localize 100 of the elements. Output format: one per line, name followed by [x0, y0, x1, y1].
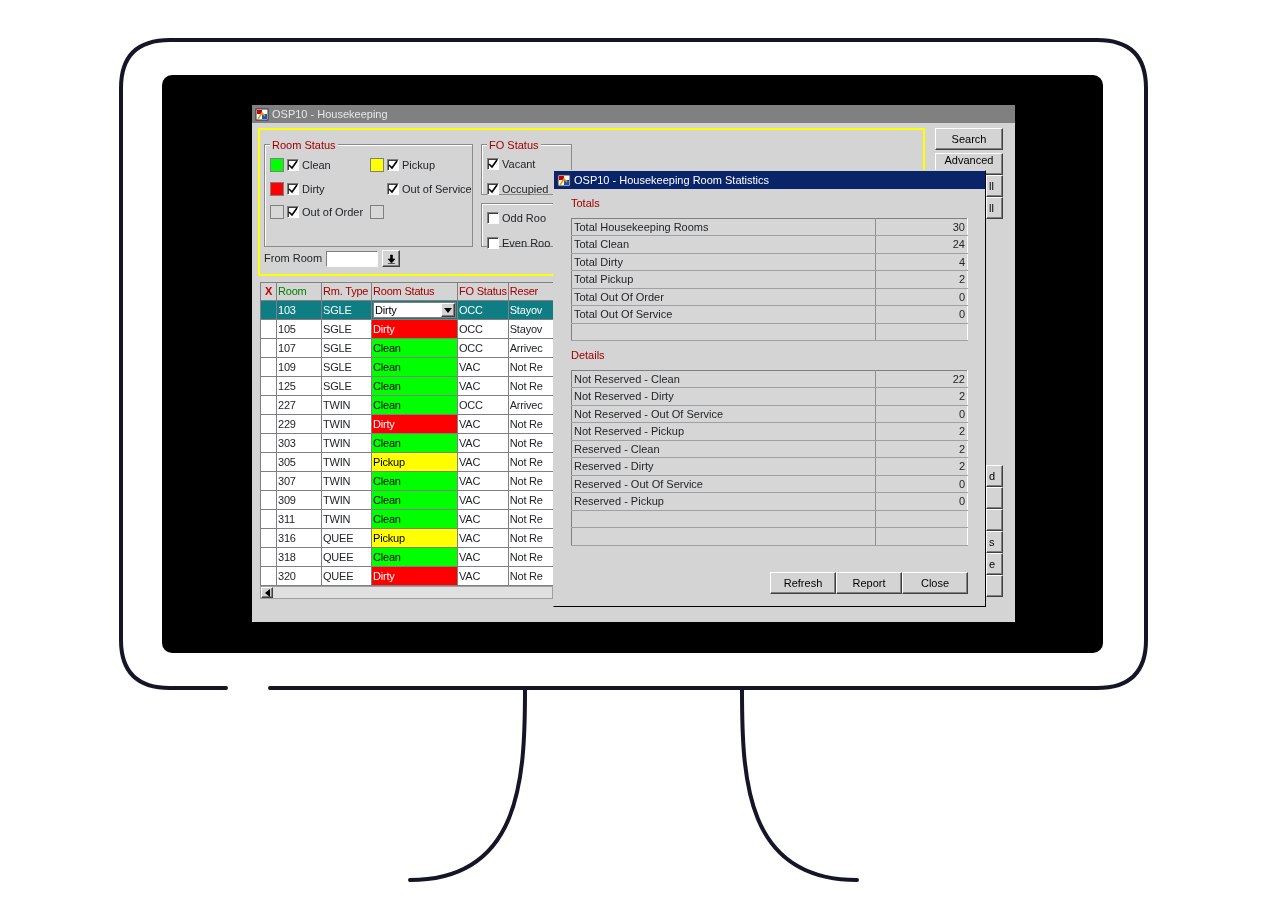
stat-value: 0	[875, 492, 968, 510]
side-button[interactable]	[986, 509, 1003, 531]
stat-label: Total Clean	[571, 235, 876, 253]
table-cell: 229	[276, 414, 322, 434]
stat-label: Total Dirty	[571, 253, 876, 271]
checkbox-label: Even Roo	[502, 235, 551, 251]
table-cell: VAC	[457, 509, 509, 529]
table-cell: 125	[276, 376, 322, 396]
checkbox-label: Out of Order	[302, 205, 364, 220]
side-button[interactable]: Search	[935, 128, 1003, 150]
side-button[interactable]	[986, 487, 1003, 509]
side-button[interactable]: s	[986, 531, 1003, 553]
down-arrow-icon	[386, 253, 396, 264]
table-cell: OCC	[457, 395, 509, 415]
dialog-title: OSP10 - Housekeeping Room Statistics	[574, 172, 770, 188]
side-button[interactable]: ll	[986, 175, 1003, 197]
checkbox[interactable]	[487, 236, 499, 249]
app-icon	[255, 107, 269, 121]
checkbox-label: Occupied	[502, 181, 549, 197]
table-cell: VAC	[457, 471, 509, 491]
stat-label: Reserved - Dirty	[571, 457, 876, 475]
stat-label: Total Pickup	[571, 270, 876, 288]
section-heading: Totals	[570, 196, 601, 211]
stat-value: 30	[875, 218, 968, 236]
table-cell: VAC	[457, 357, 509, 377]
dialog-button[interactable]: Report	[836, 572, 902, 594]
checkbox-label: Odd Roo	[502, 211, 547, 226]
table-cell: 309	[276, 490, 322, 510]
stat-value: 2	[875, 422, 968, 440]
side-button[interactable]: ll	[986, 197, 1003, 219]
checkbox-label: Clean	[302, 158, 331, 173]
stat-value: 2	[875, 270, 968, 288]
stat-value: 0	[875, 305, 968, 323]
scroll-left-button[interactable]	[261, 587, 273, 598]
stat-label: Total Out Of Order	[571, 288, 876, 306]
checkbox[interactable]	[387, 182, 399, 195]
from-room-field[interactable]	[326, 250, 379, 267]
table-cell: 107	[276, 338, 322, 358]
table-cell: 105	[276, 319, 322, 339]
table-cell: 305	[276, 452, 322, 472]
stat-value: 0	[875, 405, 968, 423]
stat-value: 0	[875, 475, 968, 493]
stat-label: Not Reserved - Dirty	[571, 387, 876, 405]
checkbox-label: Vacant	[502, 157, 536, 172]
app-icon	[557, 173, 571, 187]
table-cell: 311	[276, 509, 322, 529]
table-cell: 227	[276, 395, 322, 415]
checkbox[interactable]	[487, 182, 499, 195]
table-cell: TWIN	[321, 509, 372, 529]
table-cell: TWIN	[321, 471, 372, 491]
status-dropdown[interactable]: Dirty	[373, 302, 456, 318]
table-cell: TWIN	[321, 395, 372, 415]
section-heading: Details	[570, 348, 606, 363]
dropdown-button[interactable]	[382, 250, 401, 267]
column-header: Rm. Type	[321, 282, 372, 301]
table-cell: VAC	[457, 490, 509, 510]
table-cell: TWIN	[321, 414, 372, 434]
side-button[interactable]	[986, 575, 1003, 597]
stat-value: 0	[875, 288, 968, 306]
column-header: Room Status	[371, 282, 458, 301]
checkbox[interactable]	[287, 206, 299, 219]
checkbox-label: Dirty	[302, 181, 325, 197]
table-cell: VAC	[457, 452, 509, 472]
horizontal-scrollbar[interactable]	[260, 586, 553, 599]
checkbox-label: Pickup	[402, 158, 436, 173]
table-cell: SGLE	[321, 338, 372, 358]
table-cell: VAC	[457, 414, 509, 434]
stat-label: Not Reserved - Pickup	[571, 422, 876, 440]
checkbox[interactable]	[487, 158, 499, 171]
dropdown-arrow-icon	[444, 307, 452, 313]
stat-label: Not Reserved - Out Of Service	[571, 405, 876, 423]
window-title: OSP10 - Housekeeping	[272, 106, 388, 122]
checkbox-label: Out of Service	[402, 181, 472, 197]
table-cell: OCC	[457, 338, 509, 358]
table-cell: TWIN	[321, 433, 372, 453]
table-cell: QUEE	[321, 528, 372, 548]
checkbox[interactable]	[287, 159, 299, 172]
stat-label: Reserved - Out Of Service	[571, 475, 876, 493]
checkbox[interactable]	[287, 182, 299, 195]
stat-value: 2	[875, 457, 968, 475]
dialog-button[interactable]: Close	[902, 572, 968, 594]
side-button[interactable]: e	[986, 553, 1003, 575]
dialog-button[interactable]: Refresh	[770, 572, 836, 594]
table-cell: 318	[276, 547, 322, 567]
table-cell: TWIN	[321, 490, 372, 510]
stat-label: Reserved - Clean	[571, 440, 876, 458]
table-cell: 303	[276, 433, 322, 453]
stat-label: Not Reserved - Clean	[571, 370, 876, 388]
side-button[interactable]: d	[986, 465, 1003, 487]
stat-label: Reserved - Pickup	[571, 492, 876, 510]
column-header: Room	[276, 282, 322, 301]
table-cell: QUEE	[321, 547, 372, 567]
column-header: X	[260, 282, 277, 301]
table-cell: OCC	[457, 319, 509, 339]
checkbox[interactable]	[387, 159, 399, 172]
table-cell: VAC	[457, 376, 509, 396]
table-cell: 320	[276, 566, 322, 586]
stat-label: Total Housekeeping Rooms	[571, 218, 876, 236]
stat-value: 4	[875, 253, 968, 271]
checkbox[interactable]	[487, 212, 499, 225]
